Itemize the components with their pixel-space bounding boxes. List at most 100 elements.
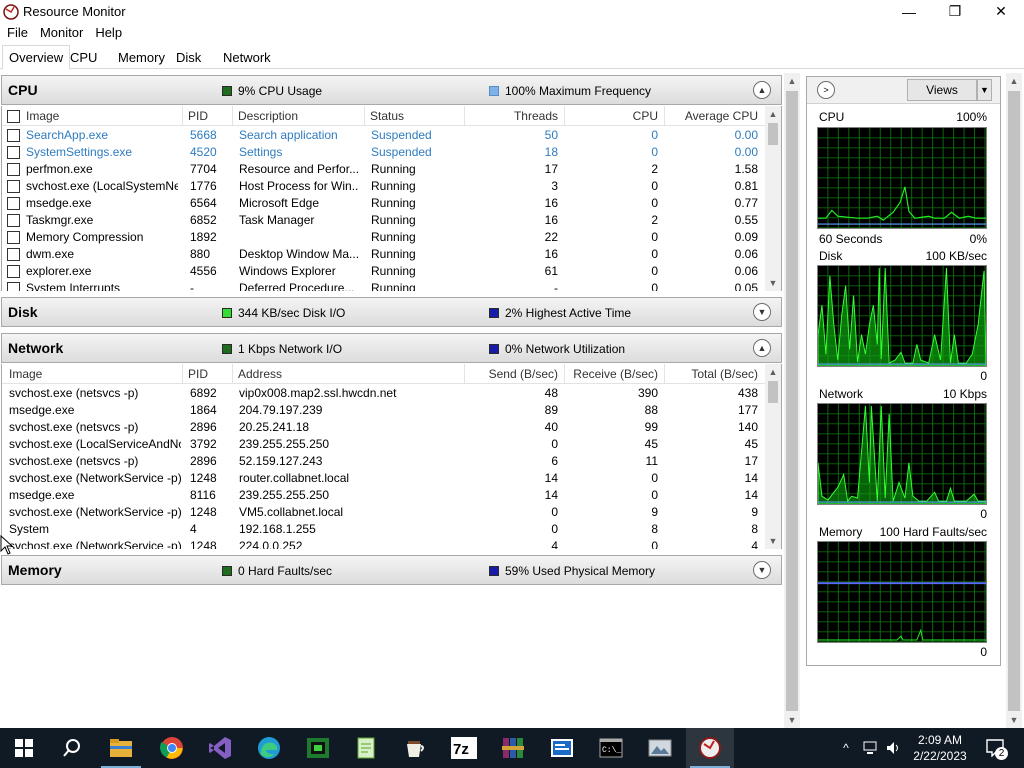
views-button[interactable]: Views	[907, 79, 977, 101]
taskbar-resource-monitor[interactable]	[686, 728, 734, 768]
col-net-receive[interactable]: Receive (B/sec)	[564, 367, 658, 381]
table-row[interactable]: svchost.exe (LocalSystemNet... 1776 Host P…	[2, 178, 767, 195]
col-net-total[interactable]: Total (B/sec)	[664, 367, 758, 381]
system-clock[interactable]: 2:09 AM 2/22/2023	[905, 732, 975, 764]
table-row[interactable]: perfmon.exe 7704 Resource and Perfor... Run…	[2, 161, 767, 178]
col-description[interactable]: Description	[238, 109, 358, 123]
chevron-right-icon[interactable]: >	[817, 81, 835, 99]
minimize-button[interactable]: —	[886, 0, 932, 23]
table-row[interactable]: Taskmgr.exe 6852 Task Manager Running 16 2 0.5…	[2, 212, 767, 229]
scroll-down-icon[interactable]: ▼	[1006, 712, 1022, 728]
menu-help[interactable]: Help	[89, 23, 128, 43]
scroll-up-icon[interactable]: ▲	[784, 73, 800, 89]
col-net-image[interactable]: Image	[9, 367, 179, 381]
disk-section-header[interactable]: Disk 344 KB/sec Disk I/O 2% Highest Acti…	[1, 297, 782, 327]
col-net-send[interactable]: Send (B/sec)	[464, 367, 558, 381]
table-row[interactable]: svchost.exe (NetworkService -p) 1248 VM5.c…	[2, 504, 767, 521]
table-row[interactable]: msedge.exe 1864 204.79.197.239 89 88 177	[2, 402, 767, 419]
scroll-down-icon[interactable]: ▼	[765, 275, 781, 291]
table-row[interactable]: svchost.exe (netsvcs -p) 2896 52.159.127.2…	[2, 453, 767, 470]
graphs-scrollbar[interactable]: ▲ ▼	[1006, 73, 1022, 728]
taskbar-edge[interactable]	[245, 728, 293, 768]
memory-expand-button[interactable]: ▼	[753, 561, 771, 579]
network-table-scrollbar[interactable]: ▲ ▼	[765, 364, 781, 549]
cpu-collapse-button[interactable]: ▲	[753, 81, 771, 99]
taskbar-7zip[interactable]: 7z	[440, 728, 488, 768]
tab-memory[interactable]: Memory	[111, 47, 172, 69]
table-row[interactable]: explorer.exe 4556 Windows Explorer Running 6…	[2, 263, 767, 280]
scroll-thumb[interactable]	[768, 381, 778, 403]
memory-section-header[interactable]: Memory 0 Hard Faults/sec 59% Used Physic…	[1, 555, 782, 585]
col-image[interactable]: Image	[26, 109, 176, 123]
tab-cpu[interactable]: CPU	[63, 47, 104, 69]
col-net-address[interactable]: Address	[238, 367, 458, 381]
table-row[interactable]: msedge.exe 8116 239.255.255.250 14 0 14	[2, 487, 767, 504]
cpu-section-header[interactable]: CPU 9% CPU Usage 100% Maximum Frequency …	[1, 75, 782, 105]
tab-disk[interactable]: Disk	[169, 47, 208, 69]
maximize-button[interactable]: ❐	[932, 0, 978, 23]
network-collapse-button[interactable]: ▲	[753, 339, 771, 357]
table-row[interactable]: SystemSettings.exe 4520 Settings Suspended 1…	[2, 144, 767, 161]
volume-icon[interactable]	[884, 728, 904, 768]
scroll-thumb[interactable]	[1008, 91, 1020, 711]
table-row[interactable]: svchost.exe (LocalServiceAndNo... 3792 239…	[2, 436, 767, 453]
process-checkbox[interactable]	[7, 265, 20, 278]
taskbar-chrome[interactable]	[148, 728, 196, 768]
taskbar-search-button[interactable]	[48, 728, 96, 768]
col-status[interactable]: Status	[370, 109, 450, 123]
show-hidden-icons-chevron-icon[interactable]: ^	[835, 728, 857, 768]
disk-expand-button[interactable]: ▼	[753, 303, 771, 321]
tab-network[interactable]: Network	[216, 47, 278, 69]
scroll-thumb[interactable]	[786, 91, 798, 711]
process-checkbox[interactable]	[7, 163, 20, 176]
process-checkbox[interactable]	[7, 129, 20, 142]
table-row[interactable]: System Interrupts - Deferred Procedure... R…	[2, 280, 767, 291]
tab-overview[interactable]: Overview	[2, 45, 71, 70]
table-row[interactable]: svchost.exe (NetworkService -p) 1248 224.0…	[2, 538, 767, 549]
scroll-thumb[interactable]	[768, 123, 778, 145]
main-scrollbar[interactable]: ▲ ▼	[784, 73, 800, 728]
col-average-cpu[interactable]: Average CPU	[664, 109, 758, 123]
process-checkbox[interactable]	[7, 146, 20, 159]
col-cpu[interactable]: CPU	[564, 109, 658, 123]
table-row[interactable]: svchost.exe (netsvcs -p) 6892 vip0x008.map…	[2, 385, 767, 402]
taskbar-green-app[interactable]	[294, 728, 342, 768]
col-net-pid[interactable]: PID	[188, 367, 228, 381]
menu-file[interactable]: File	[1, 23, 34, 43]
process-checkbox[interactable]	[7, 282, 20, 291]
table-row[interactable]: svchost.exe (NetworkService -p) 1248 route…	[2, 470, 767, 487]
table-row[interactable]: dwm.exe 880 Desktop Window Ma... Running 16 0…	[2, 246, 767, 263]
views-dropdown-icon[interactable]: ▼	[977, 79, 992, 101]
process-checkbox[interactable]	[7, 248, 20, 261]
table-row[interactable]: msedge.exe 6564 Microsoft Edge Running 16 0 0.…	[2, 195, 767, 212]
table-row[interactable]: svchost.exe (netsvcs -p) 2896 20.25.241.18…	[2, 419, 767, 436]
taskbar-file-explorer[interactable]	[97, 728, 145, 768]
scroll-down-icon[interactable]: ▼	[784, 712, 800, 728]
menu-monitor[interactable]: Monitor	[34, 23, 89, 43]
scroll-down-icon[interactable]: ▼	[765, 533, 781, 549]
process-checkbox[interactable]	[7, 197, 20, 210]
process-checkbox[interactable]	[7, 231, 20, 244]
close-button[interactable]: ✕	[978, 0, 1024, 23]
table-row[interactable]: Memory Compression 1892 Running 22 0 0.09	[2, 229, 767, 246]
start-button[interactable]	[0, 728, 48, 768]
taskbar-visual-studio[interactable]	[196, 728, 244, 768]
process-checkbox[interactable]	[7, 180, 20, 193]
network-icon[interactable]	[860, 728, 882, 768]
scroll-up-icon[interactable]: ▲	[765, 106, 781, 122]
cpu-table-scrollbar[interactable]: ▲ ▼	[765, 106, 781, 291]
network-section-header[interactable]: Network 1 Kbps Network I/O 0% Network Ut…	[1, 333, 782, 363]
col-threads[interactable]: Threads	[464, 109, 558, 123]
notification-center-button[interactable]: 2	[980, 728, 1012, 768]
scroll-up-icon[interactable]: ▲	[765, 364, 781, 380]
taskbar-photo-app[interactable]	[636, 728, 684, 768]
taskbar-coffee-app[interactable]	[391, 728, 439, 768]
table-row[interactable]: SearchApp.exe 5668 Search application Suspe…	[2, 127, 767, 144]
table-row[interactable]: System 4 192.168.1.255 0 8 8	[2, 521, 767, 538]
scroll-up-icon[interactable]: ▲	[1006, 73, 1022, 89]
taskbar-blue-app[interactable]	[538, 728, 586, 768]
taskbar-terminal[interactable]: C:\_	[587, 728, 635, 768]
taskbar-notepad-plus[interactable]	[342, 728, 390, 768]
taskbar-winrar[interactable]	[489, 728, 537, 768]
col-pid[interactable]: PID	[188, 109, 228, 123]
